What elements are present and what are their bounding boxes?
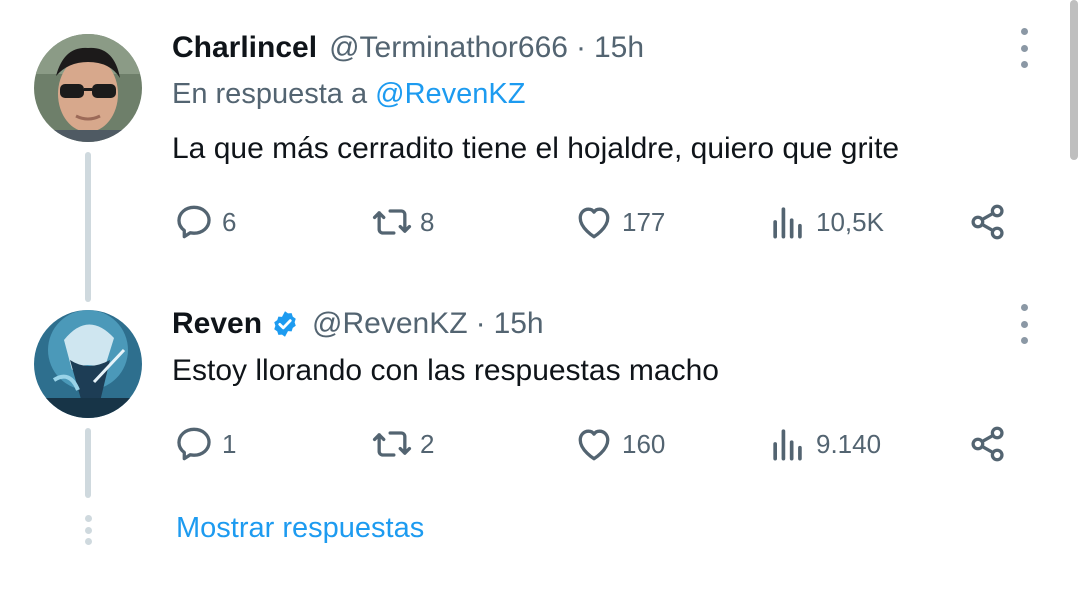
- reply-button[interactable]: 6: [172, 200, 236, 244]
- reply-icon: [177, 427, 211, 461]
- tweet-header: Charlincel @Terminathor666 · 15h: [172, 28, 644, 68]
- tweet-1[interactable]: Charlincel @Terminathor666 · 15h En resp…: [0, 0, 1078, 302]
- reply-button[interactable]: 1: [172, 422, 236, 466]
- avatar-reven[interactable]: [34, 310, 142, 418]
- views-count: 9.140: [816, 428, 882, 459]
- reply-context: En respuesta a @RevenKZ: [172, 78, 525, 111]
- timestamp[interactable]: 15h: [594, 31, 644, 65]
- views-button[interactable]: 10,5K: [766, 200, 884, 244]
- like-button[interactable]: 160: [572, 422, 665, 466]
- share-button[interactable]: [966, 200, 1010, 244]
- share-icon: [971, 204, 1004, 240]
- retweet-icon: [372, 431, 412, 457]
- like-button[interactable]: 177: [572, 200, 665, 244]
- tweet-actions: 6 8 177 10,5K: [172, 200, 1022, 248]
- tweet-2[interactable]: Reven @RevenKZ · 15h Estoy llorando con …: [0, 300, 1078, 500]
- reply-count: 1: [222, 428, 237, 459]
- retweet-button[interactable]: 2: [370, 422, 434, 466]
- verified-badge-icon: [274, 311, 296, 337]
- retweet-button[interactable]: 8: [370, 200, 434, 244]
- views-icon: [773, 207, 802, 239]
- like-count: 177: [622, 206, 666, 237]
- more-icon[interactable]: [1016, 28, 1032, 68]
- tweet-header: Reven @RevenKZ · 15h: [172, 304, 544, 344]
- author-handle[interactable]: @RevenKZ: [312, 307, 468, 341]
- more-icon[interactable]: [1016, 304, 1032, 344]
- share-button[interactable]: [966, 422, 1010, 466]
- reply-count: 6: [222, 206, 237, 237]
- reply-prefix: En respuesta a: [172, 78, 368, 110]
- separator: ·: [475, 307, 486, 340]
- like-icon: [578, 429, 610, 461]
- retweet-count: 2: [420, 428, 435, 459]
- tweet-actions: 1 2 160 9.140: [172, 422, 1022, 470]
- separator: ·: [575, 31, 586, 64]
- timestamp[interactable]: 15h: [494, 307, 544, 341]
- retweet-count: 8: [420, 206, 435, 237]
- tweet-text: Estoy llorando con las respuestas macho: [172, 354, 719, 387]
- reply-mention[interactable]: @RevenKZ: [375, 78, 525, 110]
- tweet-text: La que más cerradito tiene el hojaldre, …: [172, 132, 900, 165]
- author-name[interactable]: Reven: [172, 307, 262, 341]
- retweet-icon: [372, 209, 412, 235]
- thread-continuation-dots: [82, 515, 94, 545]
- share-icon: [971, 426, 1004, 462]
- reply-icon: [177, 205, 211, 239]
- avatar-charlincel[interactable]: [34, 34, 142, 142]
- views-count: 10,5K: [816, 206, 884, 237]
- author-name[interactable]: Charlincel: [172, 31, 317, 65]
- show-replies-link[interactable]: Mostrar respuestas: [176, 512, 424, 545]
- thread-line: [85, 428, 91, 498]
- like-icon: [578, 207, 610, 239]
- views-button[interactable]: 9.140: [766, 422, 881, 466]
- like-count: 160: [622, 428, 666, 459]
- author-handle[interactable]: @Terminathor666: [329, 31, 568, 65]
- thread-line: [85, 152, 91, 302]
- views-icon: [773, 429, 802, 461]
